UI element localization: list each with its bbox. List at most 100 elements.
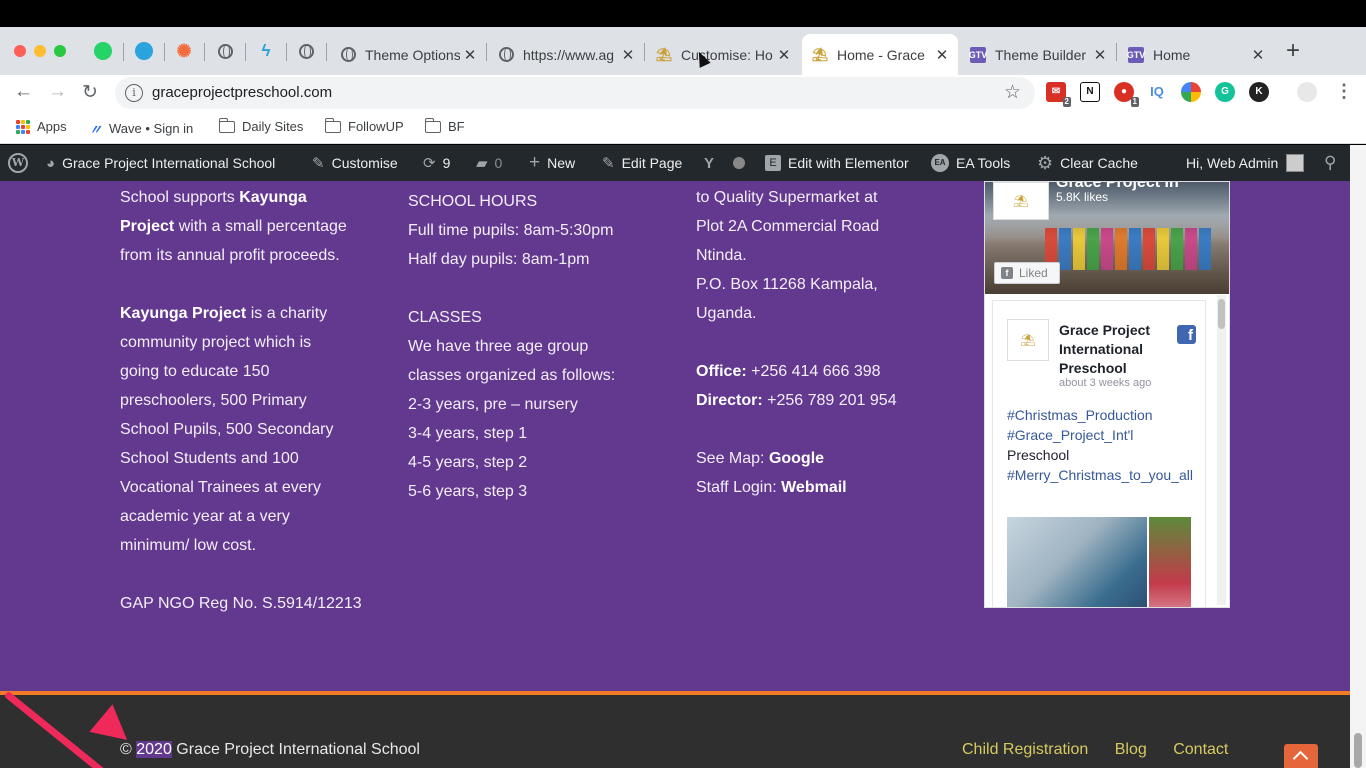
wave-icon: 〃	[89, 122, 103, 137]
class-line: 3-4 years, step 1	[408, 425, 528, 442]
reload-icon[interactable]: ↻	[82, 81, 98, 104]
admin-edit-elementor[interactable]: E Edit with Elementor	[765, 145, 909, 181]
school-logo-icon: ⛱	[811, 46, 829, 62]
admin-updates[interactable]: ⟳ 9	[423, 145, 450, 181]
footer-link-child-registration[interactable]: Child Registration	[962, 741, 1088, 758]
footer-link-blog[interactable]: Blog	[1115, 741, 1147, 758]
about-text: with a small percentage	[174, 218, 347, 235]
hashtag-link[interactable]: #Merry_Christmas_to_you_all	[1007, 465, 1197, 485]
facebook-widget-scrollbar[interactable]	[1217, 295, 1226, 605]
admin-search-icon[interactable]: ⚲	[1324, 145, 1336, 181]
admin-clear-cache[interactable]: ⚙ Clear Cache	[1037, 145, 1138, 181]
tab-customise[interactable]: ⛱ Customise: Ho ✕	[646, 34, 800, 75]
pinned-tab-globe-2[interactable]	[295, 40, 317, 62]
scroll-to-top-button[interactable]	[1284, 744, 1318, 768]
top-black-strip	[0, 0, 1366, 27]
about-text: School supports	[120, 189, 240, 206]
footer-link-contact[interactable]: Contact	[1173, 741, 1228, 758]
facebook-icon[interactable]: f	[1177, 325, 1196, 344]
google-map-link[interactable]: Google	[769, 450, 824, 467]
hashtag-link[interactable]: #Christmas_Production	[1007, 405, 1197, 425]
admin-customise[interactable]: ✎ Customise	[312, 145, 398, 181]
facebook-cover-photo[interactable]: ⛱ Grace Project In 5.8K likes f Liked	[985, 182, 1229, 294]
new-tab-button[interactable]: +	[1286, 39, 1300, 63]
tab-separator	[204, 43, 205, 61]
tab-home[interactable]: GTV Home ✕	[1118, 34, 1274, 75]
bookmark-bf[interactable]: BF	[424, 117, 465, 134]
pinned-tab-lightning[interactable]: ϟ	[255, 40, 277, 62]
extension-k-icon[interactable]: K	[1249, 82, 1269, 102]
tab-theme-options[interactable]: Theme Options ✕	[330, 34, 486, 75]
admin-ea-tools[interactable]: EA EA Tools	[931, 145, 1010, 181]
school-logo-icon[interactable]: ⛱	[993, 182, 1049, 220]
gtv-icon: GTV	[969, 46, 987, 63]
tab-home-grace[interactable]: ⛱ Home - Grace ✕	[802, 34, 958, 75]
about-text: preschoolers, 500 Primary	[120, 392, 307, 409]
classes-heading: CLASSES	[408, 309, 482, 326]
pinned-tab-whatsapp[interactable]	[92, 40, 114, 62]
admin-new[interactable]: + New	[529, 145, 575, 181]
tab-ag-url[interactable]: https://www.ag ✕	[488, 34, 644, 75]
profile-avatar[interactable]	[1297, 82, 1317, 102]
pinned-tab-asterisk[interactable]: ✺	[173, 40, 195, 62]
bookmark-label: Daily Sites	[242, 119, 304, 134]
hours-classes-column: SCHOOL HOURS Full time pupils: 8am-5:30p…	[408, 187, 678, 506]
minimize-window-button[interactable]	[34, 45, 46, 57]
url-text[interactable]: graceprojectpreschool.com	[152, 84, 332, 101]
admin-yoast[interactable]: Y	[704, 145, 746, 181]
director-number[interactable]: +256 789 201 954	[763, 392, 896, 409]
bookmark-followup[interactable]: FollowUP	[324, 117, 404, 134]
about-text: community project which is	[120, 334, 312, 351]
facebook-page-name[interactable]: Grace Project International Preschool	[1059, 321, 1179, 378]
bookmark-daily-sites[interactable]: Daily Sites	[218, 117, 304, 134]
facebook-liked-button[interactable]: f Liked	[994, 262, 1060, 284]
back-arrow-icon[interactable]: ←	[14, 81, 33, 103]
close-tab-icon[interactable]: ✕	[1090, 46, 1110, 64]
tab-separator	[486, 43, 487, 61]
pinned-tab-telegram[interactable]	[133, 40, 155, 62]
tab-theme-builder[interactable]: GTV Theme Builder ✕	[960, 34, 1116, 75]
extension-mail-icon[interactable]: ✉ 2	[1046, 82, 1071, 107]
bookmark-wave[interactable]: 〃 Wave • Sign in	[89, 119, 193, 138]
maximize-window-button[interactable]	[54, 45, 66, 57]
post-photo[interactable]	[1007, 517, 1147, 607]
admin-comments[interactable]: ▰ 0	[476, 145, 502, 181]
comments-count: 0	[494, 155, 503, 171]
office-number[interactable]: +256 414 666 398	[747, 363, 880, 380]
extension-n-icon[interactable]: N	[1080, 82, 1100, 102]
browser-menu-icon[interactable]: ⋮	[1335, 81, 1353, 102]
post-timestamp[interactable]: about 3 weeks ago	[1059, 377, 1151, 389]
wordpress-logo-icon[interactable]: W	[8, 145, 28, 181]
close-tab-icon[interactable]: ✕	[1248, 46, 1268, 64]
extension-grammarly-icon[interactable]: G	[1215, 82, 1235, 102]
wp-admin-bar: W ◕ Grace Project International School ✎…	[0, 145, 1350, 181]
extension-abp-icon[interactable]: ● 1	[1114, 82, 1139, 107]
window-scrollbar[interactable]	[1350, 145, 1366, 768]
admin-account[interactable]: Hi, Web Admin	[1186, 145, 1305, 181]
clear-cache-label: Clear Cache	[1060, 155, 1138, 171]
webmail-link[interactable]: Webmail	[781, 479, 847, 496]
pinned-tab-globe[interactable]	[214, 40, 236, 62]
copyright-year-selected[interactable]: 2020	[136, 741, 172, 758]
forward-arrow-icon[interactable]: →	[48, 81, 67, 103]
tab-separator	[1116, 43, 1117, 61]
copyright-text: © 2020 Grace Project International Schoo…	[120, 741, 420, 759]
admin-site-name[interactable]: ◕ Grace Project International School	[46, 145, 275, 181]
info-icon[interactable]: i	[125, 84, 143, 102]
close-tab-icon[interactable]: ✕	[932, 46, 952, 64]
hashtag-link[interactable]: #Grace_Project_Int'l	[1007, 425, 1197, 445]
close-tab-icon[interactable]: ✕	[460, 46, 480, 64]
comment-icon: ▰	[476, 155, 488, 172]
extension-iq-icon[interactable]: IQ	[1147, 82, 1167, 102]
address-bar[interactable]: i graceprojectpreschool.com ☆	[115, 77, 1035, 109]
bookmark-star-icon[interactable]: ☆	[1004, 81, 1021, 104]
close-tab-icon[interactable]: ✕	[618, 46, 638, 64]
extension-colorwheel-icon[interactable]	[1181, 82, 1201, 102]
facebook-likes-count: 5.8K likes	[1056, 190, 1109, 204]
close-tab-icon[interactable]: ✕	[774, 46, 794, 64]
post-photo[interactable]	[1149, 517, 1191, 607]
school-logo-icon[interactable]: ⛱	[1007, 319, 1049, 361]
bookmark-apps[interactable]: Apps	[16, 119, 67, 134]
close-window-button[interactable]	[14, 45, 26, 57]
admin-edit-page[interactable]: ✎ Edit Page	[602, 145, 682, 181]
